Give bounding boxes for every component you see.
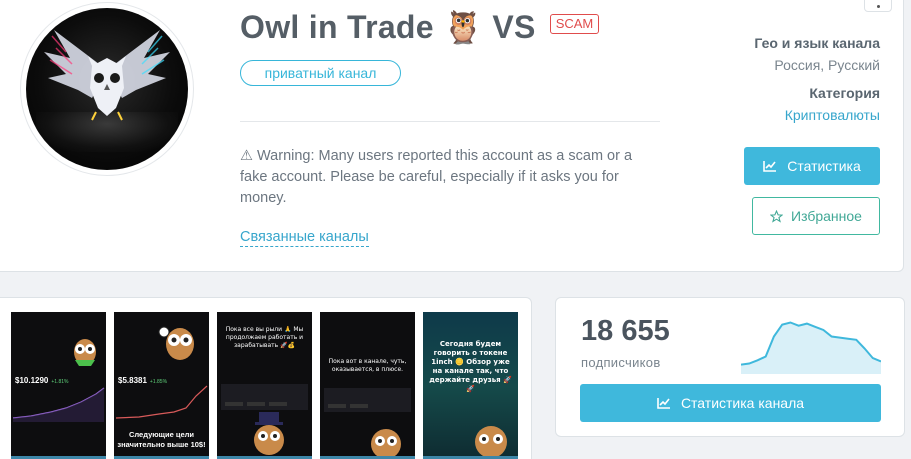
related-channels-link[interactable]: Связанные каналы	[240, 229, 369, 247]
gallery-thumb-5[interactable]: Сегодня будем говорить о токене 1inch 🪙 …	[423, 312, 518, 459]
channel-avatar	[20, 2, 194, 176]
gallery-thumb-3[interactable]: Пока все вы рыли 🙏 Мы продолжаем работат…	[217, 312, 312, 459]
chart-line-icon	[657, 398, 670, 409]
geo-value: Россия, Русский	[774, 57, 880, 73]
gallery-thumb-4[interactable]: Пока вот в канале, чуть, оказывается, в …	[320, 312, 415, 459]
post-gallery-card: $10.1290 +1.81% $5.8381 +1.85% Следующие ц…	[0, 297, 532, 459]
gallery-thumb-1[interactable]: $10.1290 +1.81%	[11, 312, 106, 459]
statistics-button-label: Статистика	[787, 158, 861, 174]
thumb-text: Пока вот в канале, чуть, оказывается, в …	[328, 358, 407, 373]
dot-icon	[876, 5, 880, 8]
category-label: Категория	[809, 85, 880, 101]
star-icon	[770, 209, 784, 223]
thumb-text: Сегодня будем говорить о токене 1inch 🪙 …	[429, 340, 512, 393]
favorites-button-label: Избранное	[791, 208, 862, 224]
channel-title-row: Owl in Trade 🦉 VS SCAM	[240, 8, 600, 46]
owl-logo-image	[26, 8, 188, 170]
subscribers-sparkline	[741, 321, 881, 374]
geo-label: Гео и язык канала	[754, 35, 880, 51]
sparkline-area	[741, 322, 881, 374]
scam-warning-text: ⚠ Warning: Many users reported this acco…	[240, 148, 633, 206]
statistics-button[interactable]: Статистика	[744, 147, 880, 185]
subscribers-label: подписчиков	[581, 355, 661, 370]
more-menu-button[interactable]	[864, 0, 892, 12]
channel-statistics-button-label: Статистика канала	[680, 395, 805, 411]
subscribers-card: 18 655 подписчиков Статистика канала	[555, 297, 905, 437]
favorites-button[interactable]: Избранное	[752, 197, 880, 235]
channel-statistics-button[interactable]: Статистика канала	[580, 384, 881, 422]
geo-language-block: Гео и язык канала Россия, Русский	[754, 35, 880, 73]
private-channel-pill: приватный канал	[240, 60, 401, 86]
chart-line-icon	[763, 161, 777, 172]
thumb-text: Пока все вы рыли 🙏 Мы продолжаем работат…	[225, 326, 304, 349]
thumb-caption: Следующие цели значительно выше 10$!	[117, 430, 206, 449]
subscribers-count: 18 655	[581, 315, 670, 347]
gallery-thumb-2[interactable]: $5.8381 +1.85% Следующие цели значительно…	[114, 312, 209, 459]
scam-badge: SCAM	[549, 14, 600, 34]
divider	[240, 121, 660, 122]
channel-title: Owl in Trade 🦉 VS	[240, 9, 536, 45]
category-block: Категория Криптовалюты	[785, 85, 880, 123]
category-link[interactable]: Криптовалюты	[785, 107, 880, 123]
